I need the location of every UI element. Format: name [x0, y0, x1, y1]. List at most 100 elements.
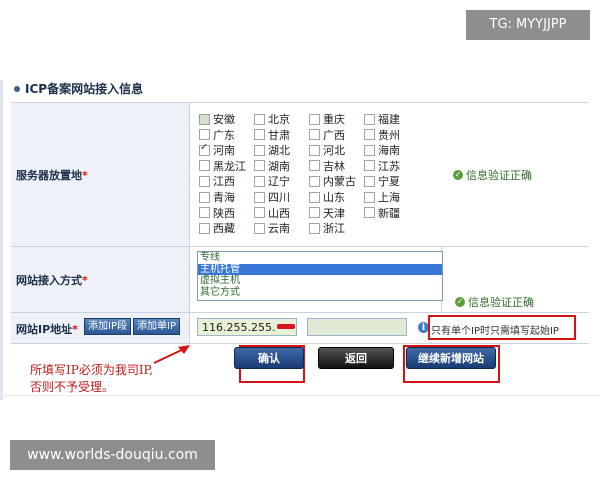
server-location-verify: ✓ 信息验证正确 — [453, 167, 532, 183]
continue-add-site-button[interactable]: 继续新增网站 — [406, 347, 496, 369]
verify-text: 信息验证正确 — [468, 296, 534, 309]
province-label: 湖北 — [268, 144, 290, 158]
province-option[interactable]: 山西 — [254, 205, 290, 221]
province-label: 江苏 — [378, 159, 400, 173]
left-border — [0, 80, 3, 400]
province-checkbox[interactable] — [254, 175, 265, 187]
province-checkbox[interactable] — [309, 207, 320, 219]
province-checkbox[interactable] — [254, 129, 265, 141]
province-option[interactable]: 吉林 — [309, 158, 345, 174]
watermark-bottom: www.worlds-douqiu.com — [10, 440, 215, 470]
redaction-mark — [277, 324, 295, 329]
province-checkbox[interactable] — [199, 175, 210, 187]
province-checkbox[interactable] — [199, 160, 210, 172]
add-single-ip-button[interactable]: 添加单IP — [133, 318, 180, 335]
province-label: 内蒙古 — [323, 175, 356, 189]
province-option[interactable]: 北京 — [254, 111, 290, 127]
province-checkbox[interactable] — [254, 207, 265, 219]
province-option[interactable]: 辽宁 — [254, 173, 290, 189]
access-option[interactable]: 虚拟主机 — [198, 275, 442, 287]
confirm-button[interactable]: 确认 — [234, 347, 304, 369]
province-option[interactable]: 湖北 — [254, 142, 290, 158]
province-option[interactable]: 新疆 — [364, 205, 400, 221]
province-option[interactable]: 海南 — [364, 142, 400, 158]
check-circle-icon: ✓ — [455, 297, 465, 307]
access-method-listbox[interactable]: 专线 主机托管 虚拟主机 其它方式 — [197, 251, 443, 301]
province-checkbox[interactable] — [364, 160, 375, 172]
province-checkbox[interactable] — [199, 191, 210, 203]
province-label: 新疆 — [378, 206, 400, 220]
server-location-row: 服务器放置地* 安徽北京重庆福建广东甘肃广西贵州河南湖北河北海南黑龙江湖南吉林江… — [11, 102, 589, 247]
province-checkbox[interactable] — [199, 222, 210, 234]
province-option[interactable]: 江西 — [199, 173, 235, 189]
province-option[interactable]: 山东 — [309, 189, 345, 205]
province-checkbox[interactable] — [199, 129, 210, 141]
access-method-row: 网站接入方式* 专线 主机托管 虚拟主机 其它方式 ✓ 信息验证正确 — [11, 246, 589, 313]
province-checkbox[interactable] — [309, 175, 320, 187]
bullet-icon — [14, 85, 20, 92]
annotation-box-hint — [428, 315, 576, 340]
province-option[interactable]: 浙江 — [309, 220, 345, 236]
check-circle-icon: ✓ — [453, 170, 463, 180]
province-checkbox[interactable] — [309, 191, 320, 203]
province-checkbox[interactable] — [364, 191, 375, 203]
section-title-text: ICP备案网站接入信息 — [25, 82, 144, 96]
province-option[interactable]: 河北 — [309, 142, 345, 158]
province-option[interactable]: 甘肃 — [254, 127, 290, 143]
province-checkbox[interactable] — [309, 113, 320, 125]
province-checkbox[interactable] — [309, 129, 320, 141]
province-option[interactable]: 江苏 — [364, 158, 400, 174]
province-checkbox[interactable] — [364, 129, 375, 141]
province-label: 湖南 — [268, 159, 290, 173]
province-checkbox[interactable] — [364, 175, 375, 187]
province-label: 吉林 — [323, 159, 345, 173]
province-option[interactable]: 云南 — [254, 220, 290, 236]
province-option[interactable]: 安徽 — [199, 111, 235, 127]
province-label: 四川 — [268, 191, 290, 204]
end-ip-input[interactable] — [307, 318, 407, 336]
province-label: 海南 — [378, 144, 400, 158]
province-label: 上海 — [378, 191, 400, 204]
province-option[interactable]: 青海 — [199, 189, 235, 205]
province-option[interactable]: 广西 — [309, 127, 345, 143]
province-checkbox[interactable] — [364, 207, 375, 219]
province-option[interactable]: 内蒙古 — [309, 173, 356, 189]
province-option[interactable]: 西藏 — [199, 220, 235, 236]
province-checkbox[interactable] — [199, 207, 210, 219]
province-option[interactable]: 湖南 — [254, 158, 290, 174]
province-option[interactable]: 陕西 — [199, 205, 235, 221]
province-option[interactable]: 广东 — [199, 127, 235, 143]
province-checkbox[interactable] — [364, 113, 375, 125]
access-option[interactable]: 专线 — [198, 252, 442, 264]
province-checkbox[interactable] — [309, 160, 320, 172]
province-label: 重庆 — [323, 113, 345, 126]
province-checkbox[interactable] — [199, 113, 210, 125]
province-checkbox[interactable] — [309, 222, 320, 234]
province-option[interactable]: 重庆 — [309, 111, 345, 127]
province-label: 甘肃 — [268, 128, 290, 142]
province-checkbox[interactable] — [254, 144, 265, 156]
access-option-selected[interactable]: 主机托管 — [198, 263, 442, 275]
server-location-label: 服务器放置地* — [16, 169, 88, 182]
province-checkbox[interactable] — [309, 144, 320, 156]
add-ip-segment-button[interactable]: 添加IP段 — [84, 318, 131, 335]
province-label: 贵州 — [378, 128, 400, 142]
province-checkbox[interactable] — [254, 113, 265, 125]
province-checkbox[interactable] — [254, 222, 265, 234]
province-option[interactable]: 黑龙江 — [199, 158, 246, 174]
province-checkbox[interactable] — [364, 144, 375, 156]
province-checkbox[interactable] — [254, 160, 265, 172]
province-checkbox[interactable] — [254, 191, 265, 203]
province-option[interactable]: 贵州 — [364, 127, 400, 143]
province-option[interactable]: 河南 — [199, 142, 235, 158]
province-option[interactable]: 天津 — [309, 205, 345, 221]
province-checkbox[interactable] — [199, 142, 210, 156]
province-option[interactable]: 宁夏 — [364, 173, 400, 189]
province-option[interactable]: 上海 — [364, 189, 400, 205]
province-label: 宁夏 — [378, 175, 400, 189]
province-option[interactable]: 四川 — [254, 189, 290, 205]
back-button[interactable]: 返回 — [318, 347, 394, 369]
province-option[interactable]: 福建 — [364, 111, 400, 127]
access-option[interactable]: 其它方式 — [198, 287, 442, 299]
access-method-label-cell: 网站接入方式* — [11, 247, 190, 313]
